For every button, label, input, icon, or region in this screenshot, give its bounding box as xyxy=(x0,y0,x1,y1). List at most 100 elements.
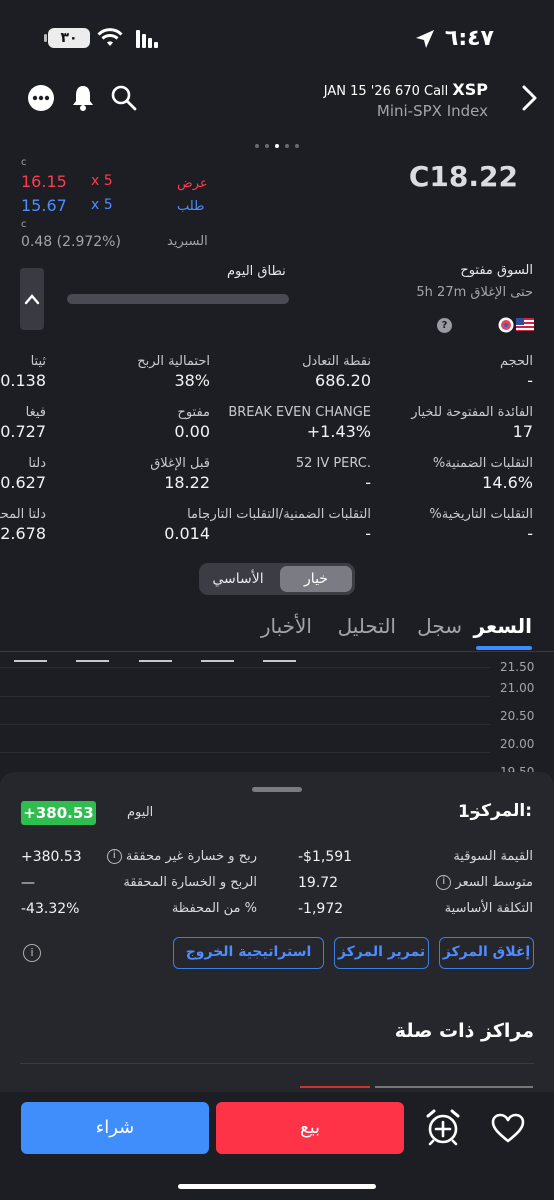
realized-pnl-label: الربح و الخسارة المحققة xyxy=(123,875,257,890)
avg-price-label: متوسط السعر i xyxy=(436,875,533,890)
ask-condition: c xyxy=(21,157,27,168)
today-label: اليوم xyxy=(127,805,154,820)
home-indicator xyxy=(178,1184,376,1189)
stat-label: جاما xyxy=(187,507,210,522)
position-title: المركز: xyxy=(470,801,532,821)
stat-label: 52 IV PERC. xyxy=(295,456,371,471)
stat-value: 0.00 xyxy=(174,422,210,441)
segment-underlying[interactable]: الأساسي xyxy=(202,566,274,592)
cost-basis-label: التكلفة الأساسية xyxy=(444,901,533,916)
stat-value: -0.138 xyxy=(0,371,46,390)
tab-analysis[interactable]: التحليل xyxy=(338,614,396,638)
contract-description: JAN 15 '26 670 Call xyxy=(323,84,449,99)
stat-label: ثيتا xyxy=(30,354,46,369)
status-time: ٦:٤٧ xyxy=(444,26,494,51)
cost-basis: -1,972 xyxy=(298,901,344,917)
bell-icon[interactable] xyxy=(70,84,96,112)
spread-label: السبريد xyxy=(167,234,208,249)
last-price: C18.22 xyxy=(408,160,518,193)
exit-strategy-button[interactable]: استراتيجية الخروج xyxy=(173,937,324,969)
signal-icon xyxy=(136,30,158,48)
location-arrow-icon xyxy=(416,30,434,48)
alarm-add-icon[interactable] xyxy=(424,1108,462,1146)
tab-history[interactable]: سجل xyxy=(417,614,462,638)
related-positions-title: مراكز ذات صلة xyxy=(394,1020,534,1042)
stat-value: 0.014 xyxy=(164,524,210,543)
tab-price[interactable]: السعر xyxy=(474,614,532,638)
bid-price: 15.67 xyxy=(21,196,67,215)
spread-value: 0.48 (2.972%) xyxy=(21,234,121,250)
unrealized-pnl: +380.53 xyxy=(21,849,82,865)
roll-position-button[interactable]: تمرير المركز xyxy=(334,937,429,969)
market-value-label: القيمة السوقية xyxy=(453,849,533,864)
segmented-control: خيار الأساسي xyxy=(199,563,355,595)
axis-tick: 21.50 xyxy=(500,660,535,674)
stat-value: 686.20 xyxy=(315,371,371,390)
time-to-close: حتى الإغلاق 5h 27m xyxy=(416,285,533,300)
tab-news[interactable]: الأخبار xyxy=(261,614,312,638)
stat-value: 52.678 xyxy=(0,524,46,543)
heart-icon[interactable] xyxy=(490,1112,526,1144)
buy-button[interactable]: شراء xyxy=(21,1102,209,1154)
info-icon[interactable]: i xyxy=(436,875,452,890)
market-value: -$1,591 xyxy=(298,849,353,865)
day-range-bar xyxy=(67,294,289,304)
stat-label: BREAK EVEN CHANGE xyxy=(228,405,371,420)
realized-pnl: — xyxy=(21,875,35,891)
section-divider xyxy=(20,1063,534,1064)
more-icon[interactable] xyxy=(28,85,54,111)
bid-label: طلب xyxy=(177,199,205,214)
axis-tick: 21.00 xyxy=(500,681,535,695)
stat-label: الحجم xyxy=(499,354,533,369)
contract-title: JAN 15 '26 670 Call XSP xyxy=(324,80,488,99)
contract-subtitle: Mini-SPX Index xyxy=(376,102,488,120)
info-icon[interactable]: i xyxy=(106,849,122,864)
sheet-handle[interactable] xyxy=(252,787,302,792)
bid-condition: c xyxy=(21,219,27,230)
segment-option[interactable]: خيار xyxy=(280,566,352,592)
stat-value: - xyxy=(527,524,533,543)
close-position-button[interactable]: إغلاق المركز xyxy=(439,937,534,969)
battery-indicator: ٣٠ xyxy=(44,28,90,48)
stat-label: الفائدة المفتوحة للخيار xyxy=(411,405,533,420)
stat-label: التقلبات الضمنية% xyxy=(432,456,533,471)
stat-label: مفتوح xyxy=(177,405,210,420)
info-icon[interactable]: i xyxy=(23,944,41,962)
chevron-right-icon[interactable] xyxy=(518,84,540,112)
clock-flag-icon xyxy=(498,317,514,333)
stat-label: احتمالية الربح xyxy=(137,354,210,369)
axis-tick: 20.50 xyxy=(500,709,535,723)
us-flag-icon xyxy=(516,318,534,331)
ask-price: 16.15 xyxy=(21,172,67,191)
tab-divider xyxy=(0,651,554,652)
stat-value: - xyxy=(527,371,533,390)
stat-label: التقلبات التاريخية% xyxy=(429,507,533,522)
stat-label: قبل الإغلاق xyxy=(150,456,210,471)
tab-active-indicator xyxy=(476,646,532,650)
stat-label: دلتا المحفظة xyxy=(0,507,46,522)
today-pnl-badge: +380.53 xyxy=(21,801,96,825)
ask-label: عرض xyxy=(177,176,208,191)
stat-value: 0.727 xyxy=(0,422,46,441)
chevron-up-icon xyxy=(24,294,40,305)
stat-value: 17 xyxy=(512,422,533,441)
stat-value: - xyxy=(365,524,371,543)
wifi-icon xyxy=(97,28,123,46)
position-quantity: 1- xyxy=(458,802,477,822)
battery-level: ٣٠ xyxy=(60,30,78,46)
stat-label: فيغا xyxy=(25,405,46,420)
collapse-button[interactable] xyxy=(20,268,44,330)
bid-size: x 5 xyxy=(91,197,113,213)
help-icon[interactable]: ? xyxy=(437,318,452,333)
ask-size: x 5 xyxy=(91,173,113,189)
stat-value: +1.43% xyxy=(306,422,371,441)
search-icon[interactable] xyxy=(110,84,138,112)
market-status: السوق مفتوح xyxy=(460,263,533,278)
contract-symbol: XSP xyxy=(452,80,488,99)
axis-tick: 20.00 xyxy=(500,737,535,751)
stat-value: - xyxy=(365,473,371,492)
avg-price: 19.72 xyxy=(298,875,339,891)
stat-value: 14.6% xyxy=(482,473,533,492)
page-dots xyxy=(252,133,302,152)
sell-button[interactable]: بيع xyxy=(216,1102,404,1154)
